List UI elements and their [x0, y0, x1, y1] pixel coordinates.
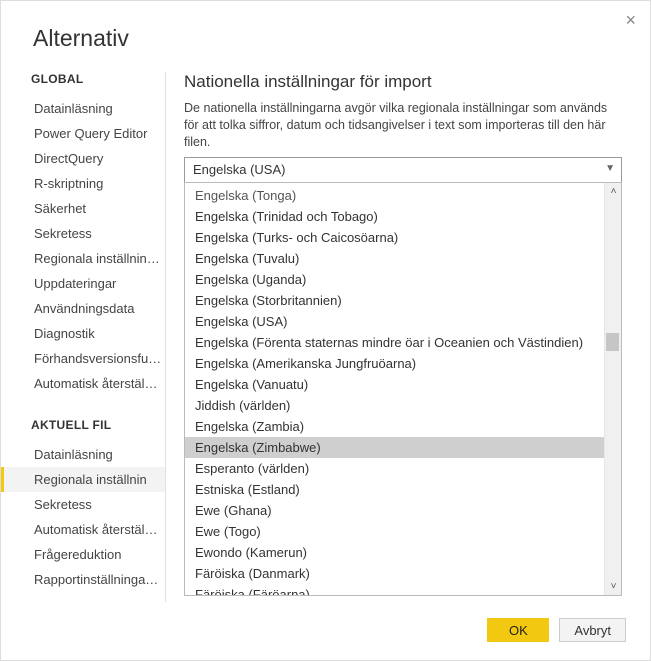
- sidebar-item[interactable]: Datainläsning: [26, 96, 165, 121]
- cancel-button[interactable]: Avbryt: [559, 618, 626, 642]
- sidebar-item[interactable]: Regionala inställnin…: [26, 246, 165, 271]
- sidebar-item[interactable]: Automatisk återstäl…: [26, 371, 165, 396]
- sidebar-section-header: GLOBAL: [31, 72, 165, 86]
- sidebar-item[interactable]: Datainläsning: [26, 442, 165, 467]
- dialog-footer: OK Avbryt: [487, 618, 626, 642]
- locale-option[interactable]: Engelska (Trinidad och Tobago): [185, 206, 621, 227]
- sidebar-item[interactable]: Automatisk återstäl…: [26, 517, 165, 542]
- locale-option[interactable]: Engelska (Uganda): [185, 269, 621, 290]
- locale-option[interactable]: Esperanto (världen): [185, 458, 621, 479]
- locale-option[interactable]: Engelska (Turks- och Caicosöarna): [185, 227, 621, 248]
- locale-option[interactable]: Ewe (Ghana): [185, 500, 621, 521]
- sidebar: GLOBALDatainläsningPower Query EditorDir…: [1, 72, 166, 602]
- sidebar-item[interactable]: Sekretess: [26, 221, 165, 246]
- locale-option[interactable]: Engelska (Tuvalu): [185, 248, 621, 269]
- sidebar-item[interactable]: Diagnostik: [26, 321, 165, 346]
- sidebar-item[interactable]: DirectQuery: [26, 146, 165, 171]
- sidebar-item[interactable]: Uppdateringar: [26, 271, 165, 296]
- sidebar-item[interactable]: R-skriptning: [26, 171, 165, 196]
- sidebar-item[interactable]: Regionala inställnin: [1, 467, 165, 492]
- main-panel: Nationella inställningar för import De n…: [166, 72, 650, 602]
- chevron-up-icon: ˄: [611, 186, 617, 197]
- locale-option[interactable]: Engelska (Tonga): [185, 185, 621, 206]
- sidebar-section-header: AKTUELL FIL: [31, 418, 165, 432]
- chevron-down-icon: ▼: [605, 163, 615, 174]
- locale-combobox[interactable]: Engelska (USA) ▼: [184, 157, 622, 183]
- sidebar-item[interactable]: Power Query Editor: [26, 121, 165, 146]
- locale-option[interactable]: Färöiska (Färöarna): [185, 584, 621, 596]
- section-description: De nationella inställningarna avgör vilk…: [184, 100, 622, 151]
- chevron-down-icon: ˅: [611, 581, 617, 592]
- options-dialog: × Alternativ GLOBALDatainläsningPower Qu…: [0, 0, 651, 661]
- close-icon: ×: [625, 10, 636, 30]
- scroll-thumb[interactable]: [606, 333, 619, 351]
- locale-option[interactable]: Engelska (Vanuatu): [185, 374, 621, 395]
- sidebar-item[interactable]: Rapportinställninga…: [26, 567, 165, 592]
- locale-option[interactable]: Färöiska (Danmark): [185, 563, 621, 584]
- sidebar-item[interactable]: Användningsdata: [26, 296, 165, 321]
- combobox-value: Engelska (USA): [193, 162, 285, 177]
- sidebar-item[interactable]: Förhandsversionsfu…: [26, 346, 165, 371]
- scrollbar-track[interactable]: ˄ ˅: [604, 183, 621, 595]
- locale-listbox[interactable]: Engelska (Tonga)Engelska (Trinidad och T…: [184, 182, 622, 596]
- locale-option[interactable]: Ewe (Togo): [185, 521, 621, 542]
- locale-option[interactable]: Estniska (Estland): [185, 479, 621, 500]
- locale-option[interactable]: Ewondo (Kamerun): [185, 542, 621, 563]
- locale-option[interactable]: Engelska (Zimbabwe): [185, 437, 621, 458]
- scroll-down-button[interactable]: ˅: [605, 578, 622, 595]
- locale-option[interactable]: Engelska (Förenta staternas mindre öar i…: [185, 332, 621, 353]
- locale-option[interactable]: Jiddish (världen): [185, 395, 621, 416]
- sidebar-item[interactable]: Säkerhet: [26, 196, 165, 221]
- locale-option[interactable]: Engelska (USA): [185, 311, 621, 332]
- locale-option[interactable]: Engelska (Amerikanska Jungfruöarna): [185, 353, 621, 374]
- scroll-up-button[interactable]: ˄: [605, 183, 622, 200]
- ok-button[interactable]: OK: [487, 618, 549, 642]
- dialog-title: Alternativ: [1, 1, 650, 72]
- sidebar-item[interactable]: Frågereduktion: [26, 542, 165, 567]
- locale-option[interactable]: Engelska (Zambia): [185, 416, 621, 437]
- sidebar-item[interactable]: Sekretess: [26, 492, 165, 517]
- dialog-body: GLOBALDatainläsningPower Query EditorDir…: [1, 72, 650, 602]
- close-button[interactable]: ×: [625, 11, 636, 29]
- locale-option[interactable]: Engelska (Storbritannien): [185, 290, 621, 311]
- section-heading: Nationella inställningar för import: [184, 72, 622, 92]
